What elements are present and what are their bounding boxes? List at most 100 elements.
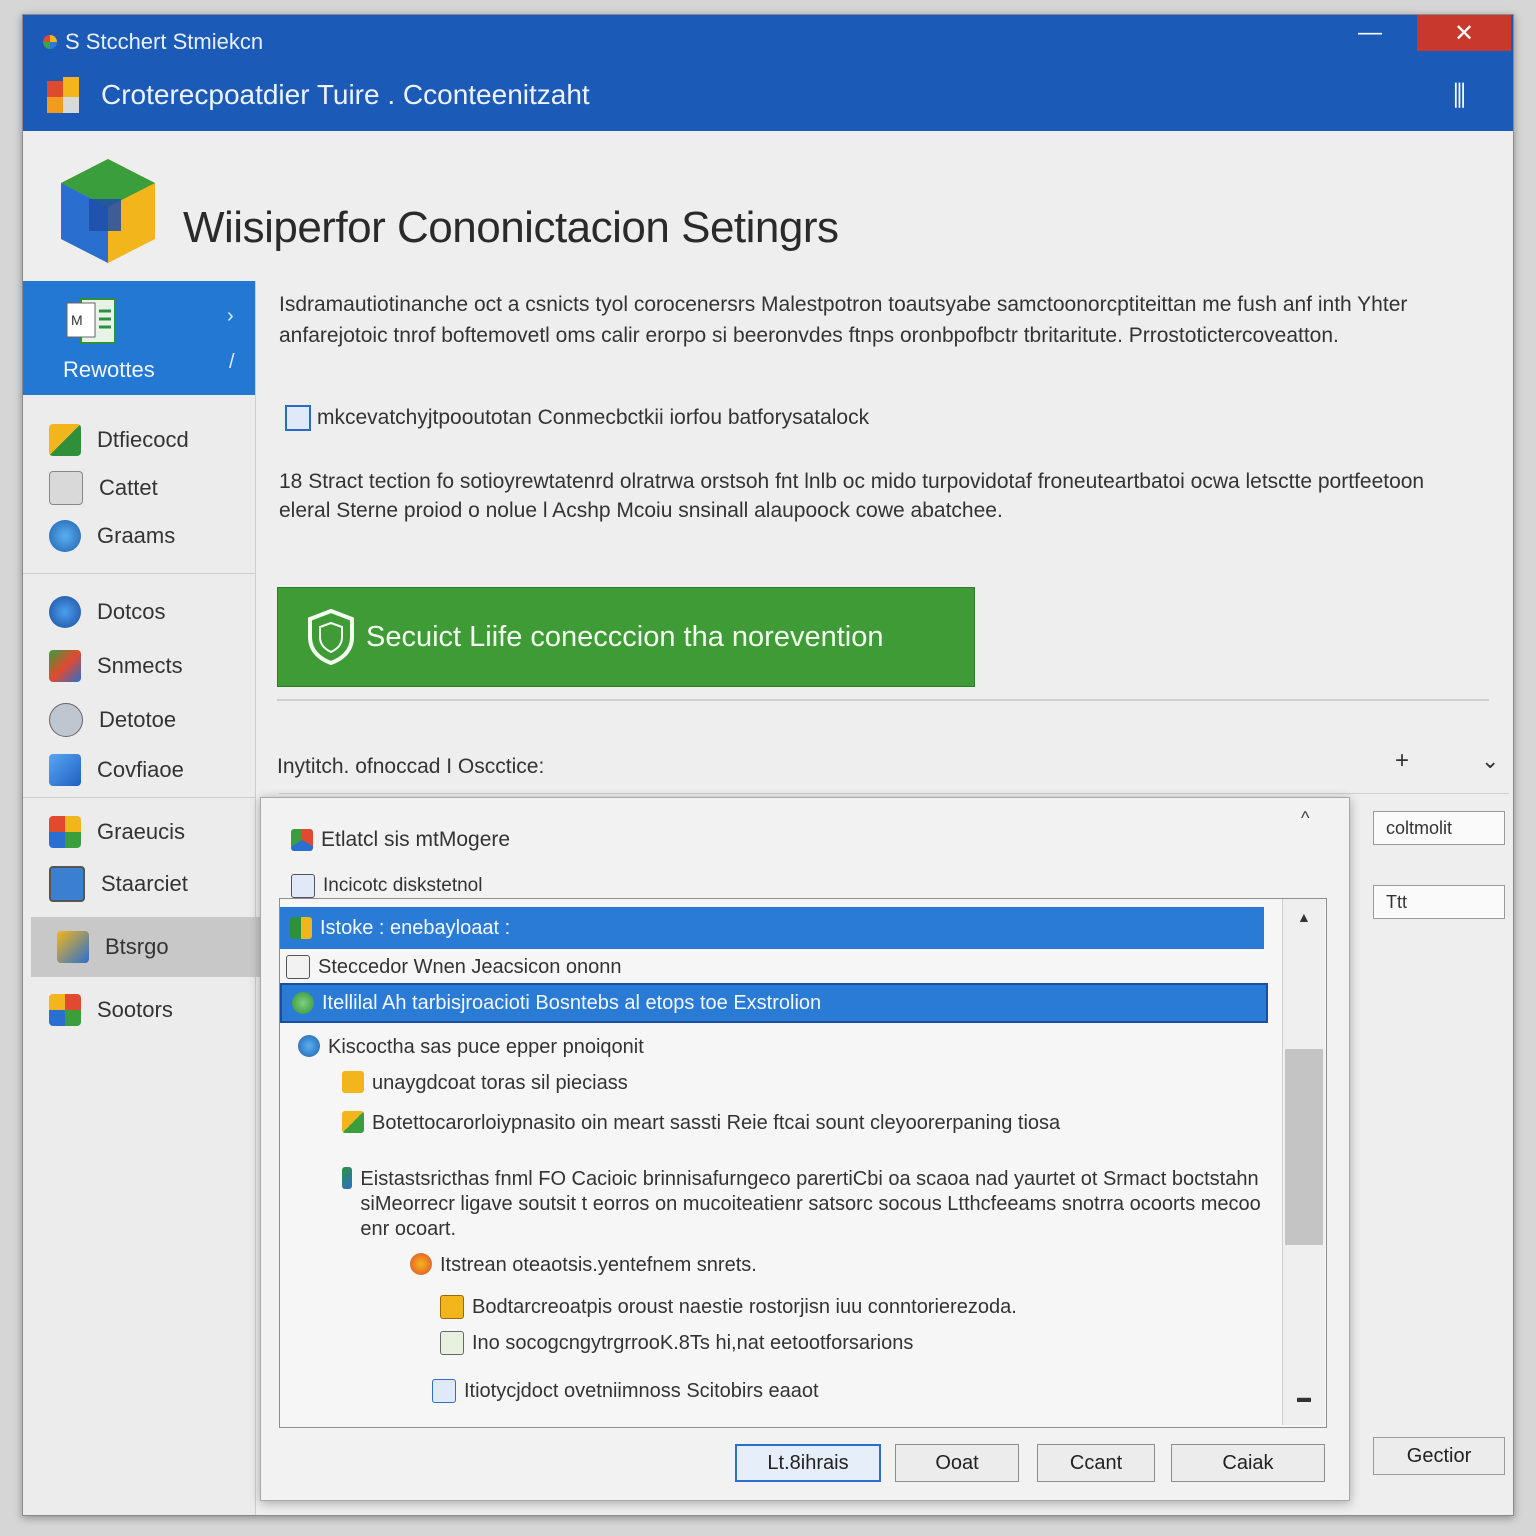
sidebar-item-label: Dotcos	[97, 599, 166, 624]
sidebar: M › / Rewottes Dtfiecocd Cattet Graams D…	[23, 281, 261, 1515]
sidebar-item-label: Btsrgo	[105, 934, 169, 959]
checkbox[interactable]	[285, 405, 311, 431]
settings-logo-icon	[61, 159, 155, 263]
divider	[277, 699, 1489, 701]
sidebar-item-label: Dtfiecocd	[97, 427, 189, 452]
banner-text: Secuict Liife conecccion tha norevention	[366, 620, 884, 653]
sidebar-item[interactable]: Covfiaoe	[23, 747, 255, 793]
cube-icon	[342, 1167, 353, 1189]
divider	[279, 793, 1509, 794]
tree-item-label: Kiscoctha sas puce epper pnoiqonit	[328, 1036, 644, 1058]
folder-icon	[440, 1295, 464, 1319]
chevron-right-icon: ›	[227, 305, 234, 327]
page-title: Wiisiperfor Cononictacion Setingrs	[183, 203, 839, 252]
document-icon: M	[66, 298, 116, 344]
text-field[interactable]: coltmolit	[1373, 811, 1505, 845]
sidebar-item[interactable]: Graeucis	[23, 809, 255, 855]
tree-item-label: Istoke : enebayloaat :	[320, 916, 511, 939]
side-action-button[interactable]: Gectior	[1373, 1437, 1505, 1475]
sidebar-item[interactable]: Detotoe	[23, 697, 255, 743]
tree-item[interactable]: unaygdcoat toras sil pieciass	[342, 1071, 628, 1096]
globe-icon	[49, 520, 81, 552]
tree-item[interactable]: Itstrean oteaotsis.yentefnem snrets.	[410, 1253, 757, 1278]
tree-item-label: Eistastsricthas fnml FO Cacioic brinnisa…	[360, 1168, 1261, 1240]
sidebar-item[interactable]: Dotcos	[23, 589, 255, 635]
security-status-banner[interactable]: Secuict Liife conecccion tha norevention	[277, 587, 975, 687]
folder-icon	[342, 1071, 364, 1093]
document-icon	[440, 1331, 464, 1355]
close-button[interactable]: ✕	[1417, 15, 1511, 51]
sidebar-item-label: Detotoe	[99, 707, 177, 732]
sidebar-item-label: Cattet	[99, 475, 158, 500]
page-header: Wiisiperfor Cononictacion Setingrs	[23, 131, 1513, 281]
collapse-caret-icon[interactable]: ^	[1301, 808, 1309, 829]
window-caption: S Stcchert Stmiekcn	[43, 29, 263, 55]
sidebar-item[interactable]: Staarciet	[23, 861, 255, 907]
app-icon	[47, 77, 79, 113]
tree-item-label: Ino socogcngytrgrrooK.8Ts hi,nat eetootf…	[472, 1332, 914, 1354]
sidebar-item-label: Snmects	[97, 653, 183, 678]
minimize-button[interactable]: —	[1323, 15, 1417, 51]
gift-icon	[49, 424, 81, 456]
description-text: Isdramautiotinanche oct a csnicts tyol c…	[279, 293, 1408, 347]
tree-item-label: Botettocarorloiypnasito oin meart sassti…	[372, 1112, 1061, 1134]
tree-item[interactable]: Kiscoctha sas puce epper pnoiqonit	[298, 1035, 644, 1060]
scrollbar-thumb[interactable]	[1285, 1049, 1323, 1245]
grid-icon	[49, 816, 81, 848]
cube-icon	[49, 754, 81, 786]
tree-item-selected[interactable]: Istoke : enebayloaat :	[280, 907, 1264, 949]
sidebar-item-selected[interactable]: M › / Rewottes	[23, 281, 255, 395]
sidebar-item[interactable]: Sootors	[23, 987, 255, 1033]
dialog-button[interactable]: Ooat	[895, 1444, 1019, 1482]
tree-item[interactable]: Botettocarorloiypnasito oin meart sassti…	[342, 1111, 1062, 1136]
tree-item[interactable]: Itiotycjdoct ovetniimnoss Scitobirs eaao…	[432, 1379, 819, 1404]
dialog-button[interactable]: Ccant	[1037, 1444, 1155, 1482]
pin-button[interactable]: ⫼	[1453, 79, 1466, 113]
sidebar-item[interactable]: Dtfiecocd	[23, 417, 255, 463]
window-icon	[432, 1379, 456, 1403]
vertical-scrollbar[interactable]: ▲ ▬	[1282, 899, 1325, 1425]
tree-item-selected[interactable]: Itellilal Ah tarbisjroacioti Bosntebs al…	[280, 983, 1268, 1023]
monitor-icon	[49, 866, 85, 902]
scroll-down-arrow-icon[interactable]: ▬	[1297, 1389, 1311, 1405]
sidebar-item-active[interactable]: Btsrgo	[31, 917, 261, 977]
sidebar-item-label: Graeucis	[97, 819, 186, 844]
sidebar-item-label: Graams	[97, 523, 176, 548]
cube-icon	[291, 829, 313, 851]
tree-item-label: unaygdcoat toras sil pieciass	[372, 1072, 628, 1094]
tools-icon	[57, 931, 89, 963]
tree-item[interactable]: Steccedor Wnen Jeacsicon ononn	[286, 955, 622, 980]
sidebar-item[interactable]: Graams	[23, 513, 255, 559]
titlebar: S Stcchert Stmiekcn — ✕ Croterecpoatdier…	[23, 15, 1513, 131]
tree-item[interactable]: Ino socogcngytrgrrooK.8Ts hi,nat eetootf…	[440, 1331, 913, 1356]
expand-chevron-icon[interactable]: ⌄	[1481, 749, 1499, 774]
app-logo-small-icon	[43, 35, 57, 49]
sidebar-item-label: Covfiaoe	[97, 757, 184, 782]
sidebar-item-label: Staarciet	[101, 871, 188, 896]
feature-checkbox-row[interactable]: mkcevatchyjtpooutotan Conmecbctkii iorfo…	[285, 405, 869, 431]
text-field[interactable]: Ttt	[1373, 885, 1505, 919]
tree-item[interactable]: Bodtarcreoatpis oroust naestie rostorjis…	[440, 1295, 1017, 1320]
globe-icon	[298, 1035, 320, 1057]
tree-item[interactable]: Eistastsricthas fnml FO Cacioic brinnisa…	[342, 1167, 1262, 1242]
window-caption-text: S Stcchert Stmiekcn	[65, 29, 264, 54]
section-label: Inytitch. ofnoccad I Oscctice:	[277, 755, 545, 778]
primary-dialog-button[interactable]: Lt.8ihrais	[735, 1444, 881, 1482]
tree-item-label: Itellilal Ah tarbisjroacioti Bosntebs al…	[322, 991, 822, 1014]
shield-icon	[342, 1111, 364, 1133]
checkbox-label: mkcevatchyjtpooutotan Conmecbctkii iorfo…	[317, 406, 870, 429]
slash-icon: /	[229, 351, 235, 373]
options-dialog: ^ Etlatcl sis mtMogere Incicotc diskstet…	[260, 797, 1350, 1501]
globe-icon	[49, 596, 81, 628]
scroll-up-arrow-icon[interactable]: ▲	[1297, 909, 1311, 925]
sidebar-item[interactable]: Cattet	[23, 465, 255, 511]
dialog-button[interactable]: Caiak	[1171, 1444, 1325, 1482]
dialog-subheading-text: Incicotc diskstetnol	[323, 875, 483, 896]
add-button[interactable]: +	[1395, 747, 1409, 775]
globe-icon	[292, 992, 314, 1014]
sidebar-selected-label: Rewottes	[63, 357, 155, 382]
windows-icon	[49, 994, 81, 1026]
dialog-heading-text: Etlatcl sis mtMogere	[321, 828, 511, 851]
sidebar-item[interactable]: Snmects	[23, 643, 255, 689]
options-tree: Istoke : enebayloaat : Steccedor Wnen Je…	[279, 898, 1327, 1428]
